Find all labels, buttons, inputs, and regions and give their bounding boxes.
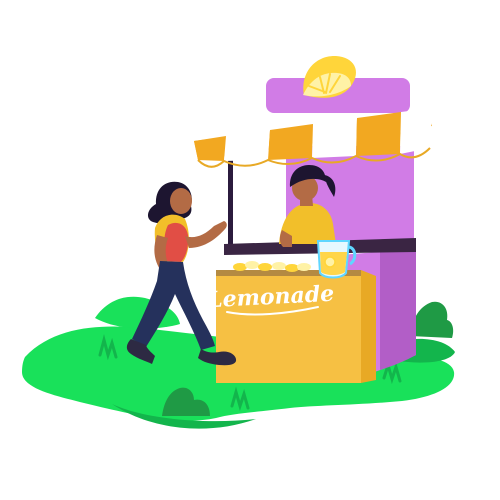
illustration-canvas: Lemonade [22,55,455,429]
awning-stripe-1 [194,136,226,161]
lemon-slice-4 [272,262,286,270]
customer-arm-front [185,221,227,248]
lemon-slice-3 [258,263,272,271]
lemon-slice-6 [297,263,311,271]
stall-post-left [228,154,233,253]
awning-stripe-5 [356,112,401,156]
awning-stripe-2 [224,130,270,161]
stall-side-cabinet-shade [380,249,416,370]
lemonade-stand-illustration: Lemonade [0,0,500,500]
lemon-slice-1 [233,263,247,271]
awning-stripe-3 [268,124,313,160]
bush-right [410,301,454,338]
lemon-slice-2 [245,261,259,269]
counter-side-shade [361,270,376,383]
awning-stripe-6 [400,108,432,154]
customer-shirt-red [164,222,189,262]
awning-stripe-4 [312,118,357,158]
customer-face [170,188,192,214]
pitcher-lemon-slice [324,256,336,268]
lemon-slice-5 [285,264,299,272]
